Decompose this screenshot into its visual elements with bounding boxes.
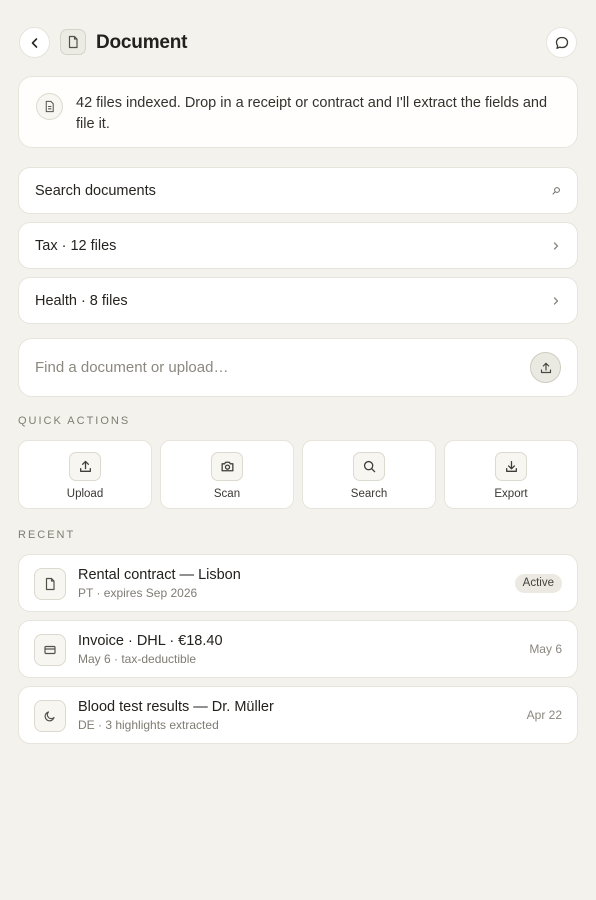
recent-item-subtitle: DE · 3 highlights extracted: [78, 718, 219, 732]
quick-action-label: Search: [350, 488, 388, 500]
search-icon: [353, 452, 385, 481]
find-or-upload-field: [18, 338, 578, 397]
row-label: Tax · 12 files: [35, 237, 117, 254]
file-icon: [60, 29, 86, 55]
tax-folder-row[interactable]: Tax · 12 files: [18, 222, 578, 269]
status-badge: Active: [514, 574, 562, 593]
recent-item-date: May 6: [529, 642, 562, 656]
file-icon: [34, 568, 66, 600]
info-banner: 42 files indexed. Drop in a receipt or c…: [18, 76, 578, 148]
file-text-icon: [36, 93, 63, 120]
chevron-right-icon: [551, 241, 561, 251]
back-button[interactable]: [19, 27, 50, 58]
recent-item-title: Rental contract — Lisbon: [78, 567, 241, 583]
health-folder-row[interactable]: Health · 8 files: [18, 277, 578, 324]
search-documents-row[interactable]: Search documents: [18, 167, 578, 214]
upload-button[interactable]: [530, 352, 561, 383]
chevron-left-icon: [28, 36, 42, 50]
quick-action-label: Scan: [213, 488, 241, 500]
quick-actions-grid: Upload Scan Search Export: [18, 440, 578, 509]
page-title: Document: [96, 32, 188, 53]
recent-item-title: Invoice · DHL · €18.40: [78, 633, 223, 649]
search-small-icon: [551, 186, 561, 196]
recent-item-title: Blood test results — Dr. Müller: [78, 699, 274, 715]
upload-icon: [539, 361, 553, 375]
quick-action-search[interactable]: Search: [302, 440, 436, 509]
recent-heading: RECENT: [18, 529, 76, 541]
row-label: Health · 8 files: [35, 292, 128, 309]
banner-text: 42 files indexed. Drop in a receipt or c…: [76, 95, 548, 132]
quick-action-label: Upload: [66, 488, 104, 500]
recent-item-date: Apr 22: [526, 708, 562, 722]
quick-action-export[interactable]: Export: [444, 440, 578, 509]
recent-item-subtitle: PT · expires Sep 2026: [78, 586, 198, 600]
recent-item-blood-test[interactable]: Blood test results — Dr. Müller DE · 3 h…: [18, 686, 578, 744]
header: Document: [19, 27, 577, 58]
chat-button[interactable]: [546, 27, 577, 58]
moon-icon: [34, 700, 66, 732]
find-document-input[interactable]: [35, 359, 530, 376]
recent-item-invoice[interactable]: Invoice · DHL · €18.40 May 6 · tax-deduc…: [18, 620, 578, 678]
row-label: Search documents: [35, 182, 156, 199]
chevron-right-icon: [551, 296, 561, 306]
quick-action-scan[interactable]: Scan: [160, 440, 294, 509]
recent-item-rental-contract[interactable]: Rental contract — Lisbon PT · expires Se…: [18, 554, 578, 612]
quick-actions-heading: QUICK ACTIONS: [18, 415, 131, 427]
quick-action-label: Export: [494, 488, 528, 500]
camera-icon: [211, 452, 243, 481]
chat-bubble-icon: [554, 35, 570, 51]
recent-item-subtitle: May 6 · tax-deductible: [78, 652, 197, 666]
quick-action-upload[interactable]: Upload: [18, 440, 152, 509]
upload-icon: [69, 452, 101, 481]
download-icon: [495, 452, 527, 481]
credit-card-icon: [34, 634, 66, 666]
